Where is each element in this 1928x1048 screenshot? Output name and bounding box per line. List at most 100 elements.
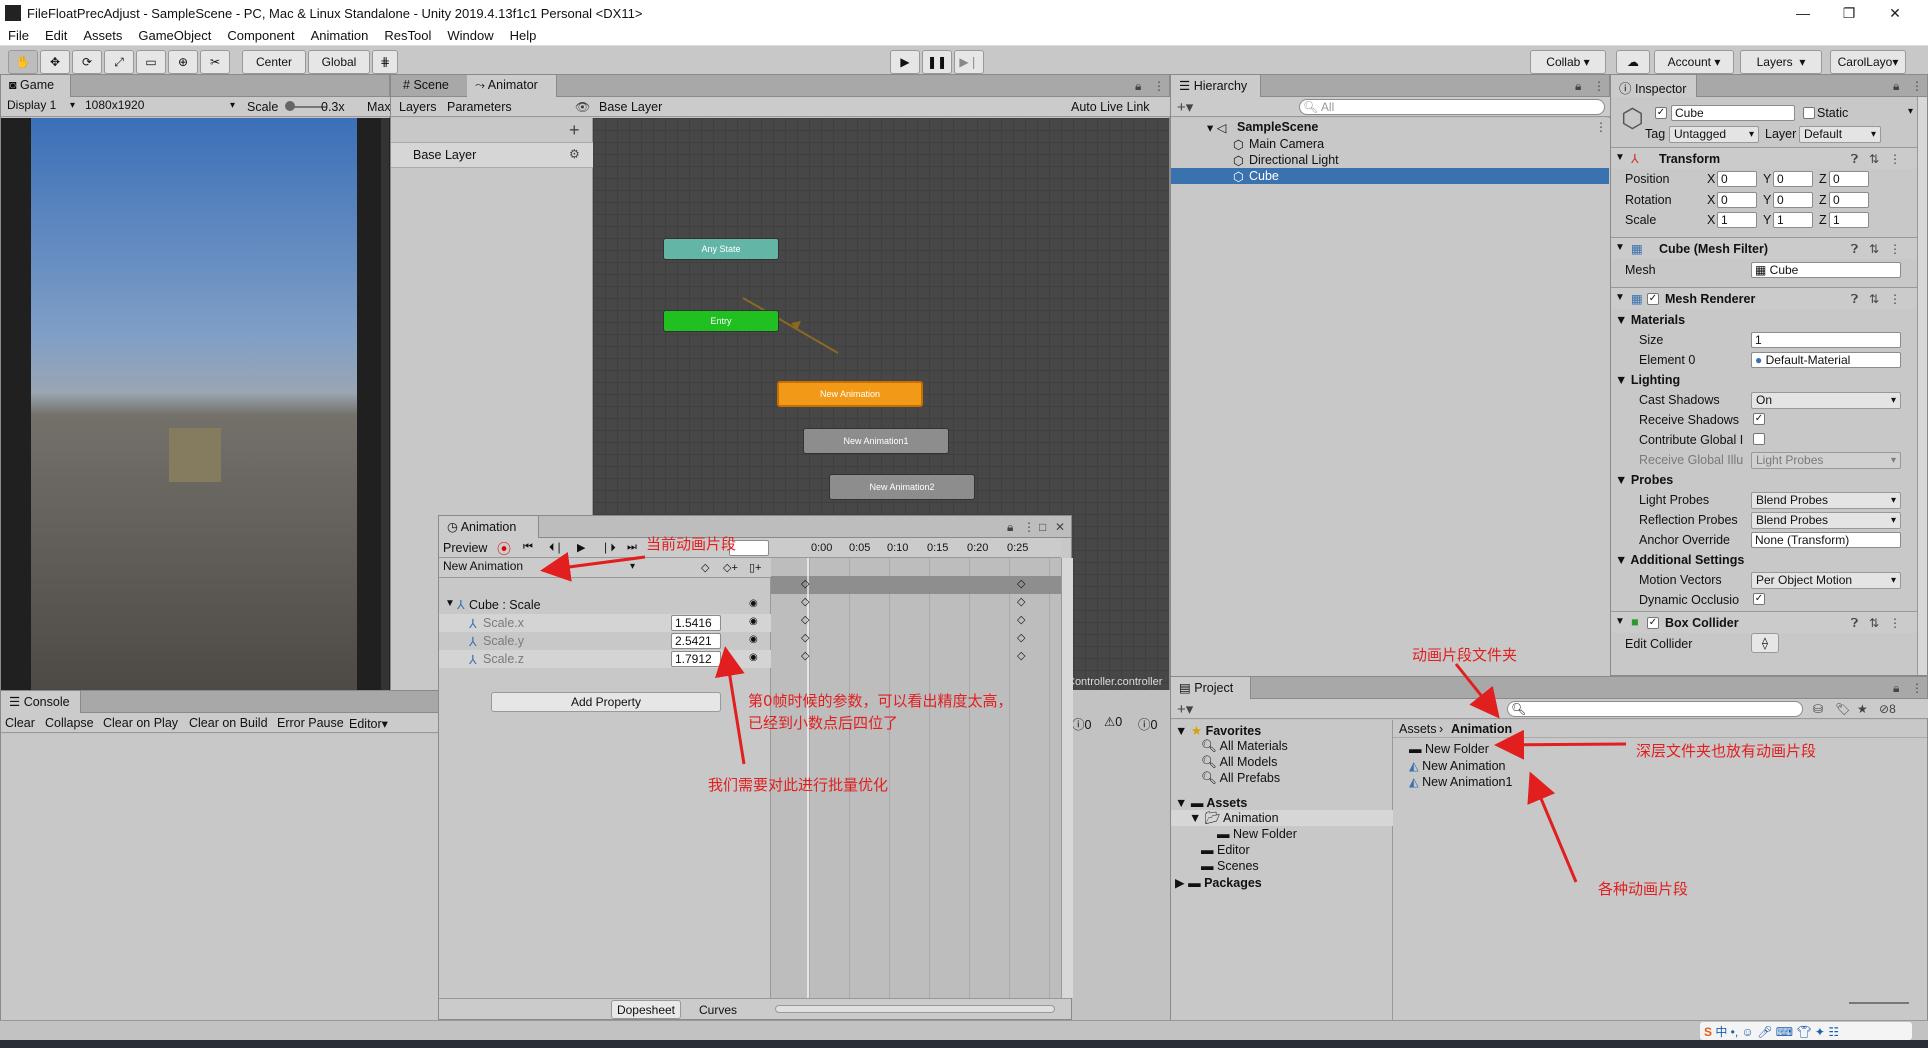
assets-foldout[interactable]: ▼ ▬ Assets: [1175, 796, 1247, 810]
create-icon[interactable]: +▾: [1177, 700, 1193, 718]
keyframe-icon[interactable]: ◇: [1017, 613, 1025, 626]
more-icon[interactable]: ⋮: [1889, 242, 1901, 256]
transform-header[interactable]: ▼ ⅄ Transform ❓︎ ⇅ ⋮: [1611, 147, 1917, 169]
more-icon[interactable]: ⋮: [1889, 152, 1901, 166]
rotation-x[interactable]: 0: [1717, 192, 1757, 208]
property-group[interactable]: ▼ ⅄ Cube : Scale ◉: [439, 596, 771, 614]
clear-on-build-button[interactable]: Clear on Build: [189, 716, 268, 730]
fav-all-models[interactable]: 🔍︎ All Models: [1201, 755, 1277, 770]
favorite-star-icon[interactable]: ★: [1857, 702, 1868, 716]
project-search[interactable]: 🔍︎: [1507, 701, 1803, 717]
visibility-icon[interactable]: ◉: [749, 652, 758, 663]
global-button[interactable]: Global: [308, 50, 370, 74]
menu-assets[interactable]: Assets: [75, 28, 130, 43]
meshfilter-header[interactable]: ▼ ▦ Cube (Mesh Filter) ❓︎ ⇅ ⋮: [1611, 237, 1917, 259]
collapse-button[interactable]: Collapse: [45, 716, 94, 730]
state-node-anim1[interactable]: New Animation1: [803, 428, 949, 454]
reflection-probes-dropdown[interactable]: Blend Probes: [1751, 512, 1901, 529]
menu-gameobject[interactable]: GameObject: [130, 28, 219, 43]
tab-console[interactable]: ☰ Console: [1, 691, 81, 713]
rotation-y[interactable]: 0: [1773, 192, 1813, 208]
layers-dropdown[interactable]: Layers ▾: [1740, 50, 1822, 74]
timeline-scrollbar[interactable]: [1061, 558, 1073, 998]
more-icon[interactable]: ⋮: [1153, 79, 1165, 93]
state-node-anim2[interactable]: New Animation2: [829, 474, 975, 500]
tab-animation[interactable]: ◷ Animation: [439, 516, 539, 538]
rotate-tool-icon[interactable]: ⟳: [72, 50, 102, 74]
any-state-node[interactable]: Any State: [663, 238, 779, 260]
more-icon[interactable]: ⋮: [1889, 616, 1901, 630]
light-probes-dropdown[interactable]: Blend Probes: [1751, 492, 1901, 509]
ime-toolbar[interactable]: S 中 •, ☺ 🎤︎ ⌨ 👕︎ ✦ ☷: [1700, 1022, 1912, 1040]
size-field[interactable]: 1: [1751, 332, 1901, 348]
label-icon[interactable]: 🏷︎: [1835, 702, 1850, 716]
preset-icon[interactable]: ⇅: [1869, 616, 1879, 630]
lock-icon[interactable]: 🔒︎: [1135, 79, 1141, 94]
scale-tool-icon[interactable]: ⤢: [104, 50, 134, 74]
scale-y[interactable]: 1: [1773, 212, 1813, 228]
preset-icon[interactable]: ⇅: [1869, 292, 1879, 306]
collapse-icon[interactable]: ▼: [1615, 152, 1625, 163]
play-animation-button[interactable]: ▶: [577, 541, 585, 554]
minimize-button[interactable]: —: [1780, 0, 1826, 26]
collapse-icon[interactable]: ▼: [1615, 292, 1625, 303]
layers-tab[interactable]: Layers: [399, 100, 437, 114]
scale-z[interactable]: 1: [1829, 212, 1869, 228]
position-x[interactable]: 0: [1717, 171, 1757, 187]
horizontal-scrollbar[interactable]: [775, 1005, 1055, 1013]
help-icon[interactable]: ❓︎: [1851, 292, 1858, 307]
add-keyframe-icon[interactable]: ◇: [701, 561, 709, 574]
active-checkbox[interactable]: ✓: [1655, 107, 1667, 119]
dynamic-occlusion-checkbox[interactable]: ✓: [1753, 593, 1765, 605]
clear-on-play-button[interactable]: Clear on Play: [103, 716, 178, 730]
help-icon[interactable]: ❓︎: [1851, 242, 1858, 257]
eye-icon[interactable]: 👁︎: [575, 100, 590, 114]
hidden-count-icon[interactable]: ⊘8: [1879, 702, 1896, 716]
layer-item-base[interactable]: Base Layer ⚙: [391, 142, 593, 168]
keyframe-icon[interactable]: ◇: [801, 613, 809, 626]
keyframe-icon[interactable]: ◇: [801, 631, 809, 644]
visibility-icon[interactable]: ◉: [749, 598, 758, 609]
tab-scene[interactable]: # Scene: [395, 75, 465, 97]
last-key-button[interactable]: ⏭: [627, 541, 637, 554]
additional-settings-foldout[interactable]: ▼ Additional Settings: [1615, 553, 1744, 567]
tab-project[interactable]: ▤ Project: [1171, 677, 1251, 699]
keyframe-icon[interactable]: ◇: [1017, 649, 1025, 662]
meshrenderer-header[interactable]: ▼ ▦ ✓ Mesh Renderer ❓︎ ⇅ ⋮: [1611, 287, 1917, 309]
receive-shadows-checkbox[interactable]: ✓: [1753, 413, 1765, 425]
keyframe-icon[interactable]: ◇: [1017, 631, 1025, 644]
fav-all-materials[interactable]: 🔍︎ All Materials: [1201, 739, 1288, 754]
timeline-ruler[interactable]: 0:00 0:05 0:10 0:15 0:20 0:25: [771, 538, 1061, 558]
custom-tool-icon[interactable]: ✂: [200, 50, 230, 74]
record-button[interactable]: ⦿: [497, 539, 511, 559]
tree-item-editor[interactable]: ▬ Editor: [1201, 843, 1250, 857]
gear-icon[interactable]: ⚙: [569, 147, 580, 161]
scene-more-icon[interactable]: ⋮: [1595, 120, 1607, 134]
parameters-tab[interactable]: Parameters: [447, 100, 512, 114]
pivot-center-button[interactable]: Center: [242, 50, 306, 74]
next-key-button[interactable]: ❘⏵: [601, 541, 616, 555]
edit-collider-button[interactable]: ⟠: [1751, 633, 1779, 653]
prev-key-button[interactable]: ⏴❘: [549, 541, 564, 555]
add-event-icon[interactable]: ▯+: [749, 561, 761, 574]
collab-button[interactable]: Collab ▾: [1530, 50, 1606, 74]
help-icon[interactable]: ❓︎: [1851, 152, 1858, 167]
close-icon[interactable]: ✕: [1055, 520, 1065, 534]
warning-count[interactable]: ⚠0: [1104, 714, 1122, 729]
lock-icon[interactable]: 🔒︎: [1575, 79, 1581, 94]
lock-icon[interactable]: 🔒︎: [1893, 79, 1899, 94]
error-pause-button[interactable]: Error Pause: [277, 716, 344, 730]
scale-x[interactable]: 1: [1717, 212, 1757, 228]
display-dropdown[interactable]: Display 1: [3, 98, 79, 115]
tab-hierarchy[interactable]: ☰ Hierarchy: [1171, 75, 1261, 97]
renderer-enabled-checkbox[interactable]: ✓: [1647, 293, 1659, 305]
rect-tool-icon[interactable]: ▭: [136, 50, 166, 74]
close-button[interactable]: ✕: [1872, 0, 1918, 26]
dopesheet-tab[interactable]: Dopesheet: [611, 1000, 681, 1019]
grid-snap-icon[interactable]: ⋕: [372, 50, 398, 74]
keyframe-icon[interactable]: ◇: [801, 577, 809, 590]
clip-dropdown[interactable]: New Animation: [439, 559, 639, 576]
property-row[interactable]: ⅄ Scale.x 1.5416 ◉: [439, 614, 771, 632]
error-count[interactable]: ⓘ0: [1138, 714, 1157, 733]
add-layer-icon[interactable]: +: [569, 120, 580, 141]
